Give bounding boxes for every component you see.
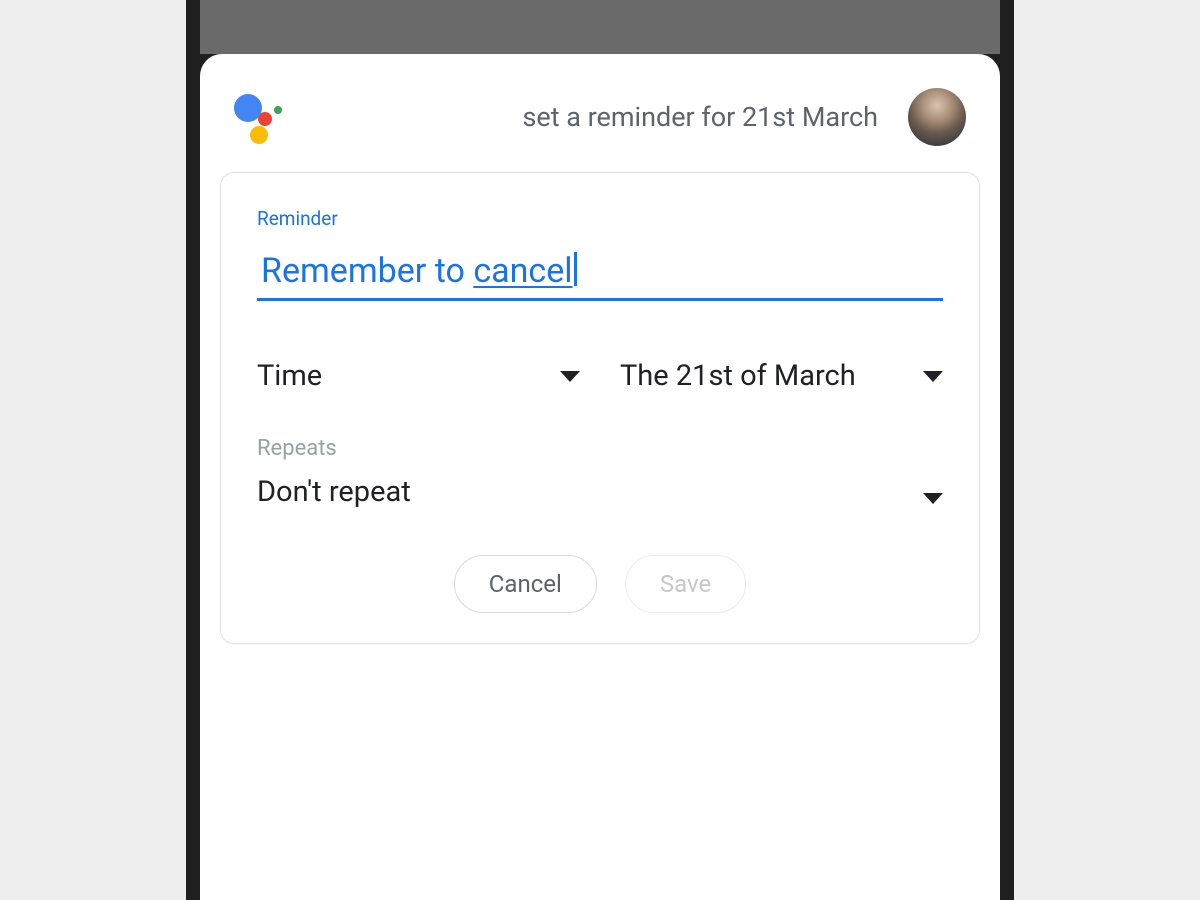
text-caret	[574, 252, 577, 286]
date-dropdown[interactable]: The 21st of March	[620, 357, 943, 396]
assistant-header: set a reminder for 21st March	[220, 82, 980, 172]
user-query-text: set a reminder for 21st March	[306, 101, 890, 133]
user-avatar[interactable]	[908, 88, 966, 146]
status-bar-backdrop	[200, 0, 1000, 54]
reminder-title-text: Remember to cancel	[261, 251, 573, 292]
device-frame: set a reminder for 21st March Reminder R…	[186, 0, 1014, 900]
reminder-title-input[interactable]: Remember to cancel	[257, 244, 943, 301]
chevron-down-icon	[923, 493, 943, 504]
cancel-button[interactable]: Cancel	[454, 555, 597, 613]
assistant-sheet: set a reminder for 21st March Reminder R…	[200, 54, 1000, 900]
chevron-down-icon	[560, 371, 580, 382]
reminder-card: Reminder Remember to cancel Time The 21s…	[220, 172, 980, 644]
save-button[interactable]: Save	[625, 555, 746, 613]
card-actions: Cancel Save	[257, 555, 943, 613]
time-date-row: Time The 21st of March	[257, 357, 943, 396]
time-dropdown[interactable]: Time	[257, 357, 580, 396]
date-dropdown-value: The 21st of March	[620, 357, 856, 396]
repeat-dropdown[interactable]: Don't repeat	[257, 475, 943, 509]
repeats-label: Repeats	[257, 436, 943, 461]
chevron-down-icon	[923, 371, 943, 382]
time-dropdown-value: Time	[257, 357, 322, 396]
reminder-field-label: Reminder	[257, 207, 943, 230]
assistant-logo-icon	[234, 90, 288, 144]
repeat-dropdown-value: Don't repeat	[257, 475, 411, 509]
